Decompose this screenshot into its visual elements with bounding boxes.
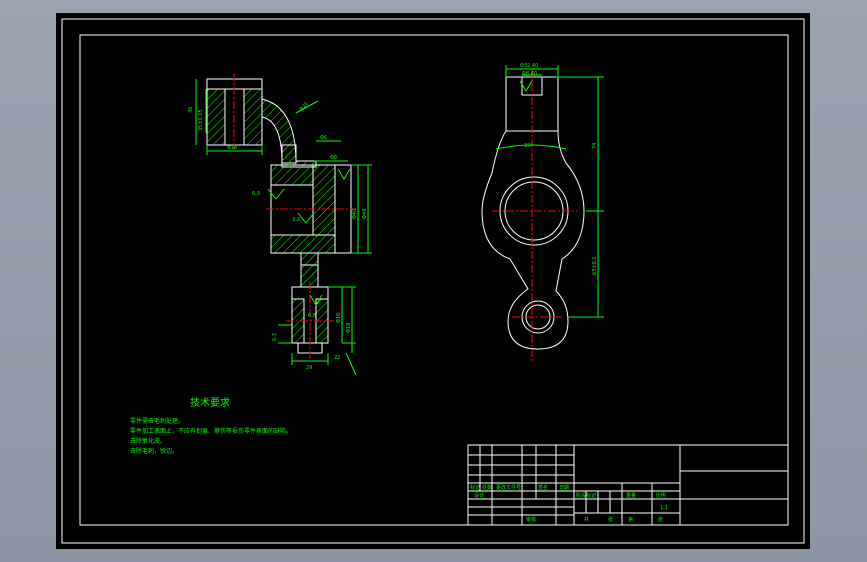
tb-scale-value: 1:1 [660,505,668,511]
dim-side-lower: 63±0.1 [592,256,598,275]
tb-label-stage: 阶段标记 [576,492,596,499]
tb-label-sheet-2: 张 [658,516,663,523]
roughness-c: 0.8 [308,313,316,319]
stem [300,253,319,266]
dim-front-bottom-h2: Φ18 [346,323,352,333]
roughness-a: 6.3 [252,191,260,197]
dim-side-angle: 15° [524,143,533,149]
top-boss-hatch-right [243,88,263,146]
side-view[interactable] [481,69,585,363]
side-dimensions [495,65,604,318]
inner-frame [79,34,789,526]
dim-front-bottom-small: 6.3 [272,333,278,341]
dim-front-bottom-step: 22 [334,355,340,361]
dim-front-top-width: Φ16 [227,145,237,151]
title-block-text: 标记 处数 更改文件号 签名 日期 设计 阶段标记 重量 比例 1:1 共 张 … [470,484,668,523]
main-body-hatch-bottom [270,234,336,254]
roughness-b: 3.2 [292,217,300,223]
tb-label-page: 第 [628,516,633,523]
neck-hatch [281,144,317,168]
dim-side-top-w2: Φ8.40 [522,71,537,77]
tech-req-title: 技术要求 [190,396,230,409]
tb-label-sign: 签名 [538,484,548,491]
tb-label-file: 更改文件号 [496,484,521,491]
tb-label-total: 共 [584,516,589,523]
dim-front-neck: Φ6 [320,135,327,141]
outer-frame [61,18,805,544]
dim-front-boss: Φ8 [330,155,337,161]
dim-front-bottom-width: 29 [306,365,312,371]
dim-front-left-extent: 36 [188,107,194,113]
dim-front-bottom-h1: Φ16 [336,313,342,323]
tb-label-count: 处数 [482,484,492,491]
tb-label-design: 设计 [474,492,484,499]
tb-label-date: 日期 [559,485,569,491]
tb-label-mark: 标记 [470,484,480,491]
tb-label-weight: 重量 [626,492,636,499]
tech-requirements: 技术要求 零件需去毛刺处理。 零件加工表面上，不应有划痕、擦伤等损伤零件表面的缺… [130,396,292,455]
tech-req-item-2: 零件加工表面上，不应有划痕、擦伤等损伤零件表面的缺陷。 [130,427,292,435]
dim-front-radius: R21 [299,101,310,112]
tb-label-review: 审核 [526,516,536,523]
main-body-hatch-right [312,164,336,236]
tb-label-sheet: 张 [608,516,613,523]
dim-front-bore: Φ40 [352,209,358,219]
dim-front-outer: Φ48 [362,209,368,219]
drawing-canvas[interactable]: 36 35±0.05 Φ16 R21 Φ6 Φ8 Φ40 Φ48 Φ16 Φ18… [56,13,810,549]
front-view[interactable] [206,73,356,359]
top-boss-hatch-left [206,88,226,146]
tech-req-item-3: 去除氧化皮。 [130,437,166,445]
main-body-hatch-top [270,164,314,186]
tech-req-item-4: 去除毛刺，锐边。 [130,447,178,455]
dim-side-height: 74 [592,143,598,149]
tb-label-scale: 比例 [656,492,666,499]
dim-front-left-height: 35±0.05 [198,109,204,131]
cad-viewport[interactable]: 36 35±0.05 Φ16 R21 Φ6 Φ8 Φ40 Φ48 Φ16 Φ18… [56,13,810,549]
dim-side-top-w1: Φ32.40 [520,63,538,69]
tech-req-item-1: 零件需去毛刺处理。 [130,417,184,425]
